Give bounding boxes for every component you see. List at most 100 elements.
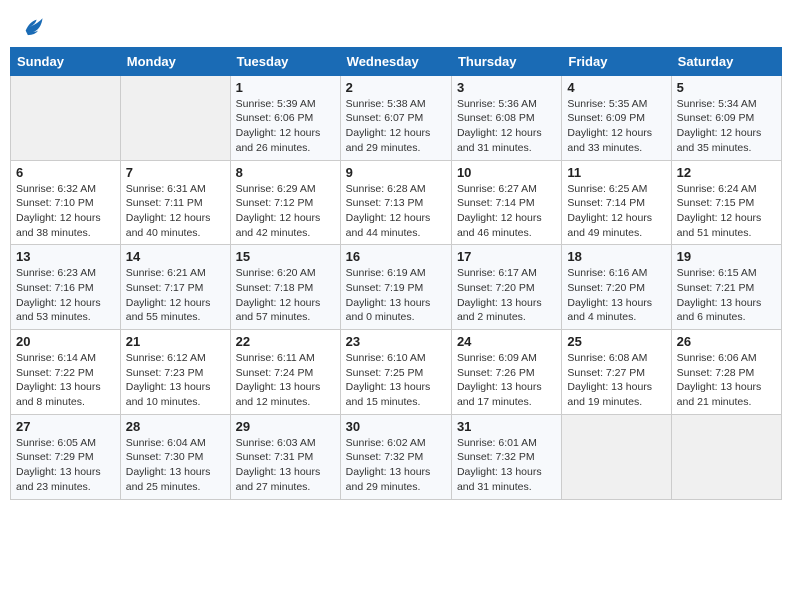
day-info: Sunrise: 6:11 AM Sunset: 7:24 PM Dayligh…: [236, 351, 335, 410]
day-info: Sunrise: 6:28 AM Sunset: 7:13 PM Dayligh…: [346, 182, 446, 241]
day-info: Sunrise: 6:21 AM Sunset: 7:17 PM Dayligh…: [126, 266, 225, 325]
day-number: 5: [677, 80, 776, 95]
day-number: 16: [346, 249, 446, 264]
day-info: Sunrise: 6:15 AM Sunset: 7:21 PM Dayligh…: [677, 266, 776, 325]
day-number: 2: [346, 80, 446, 95]
day-number: 31: [457, 419, 556, 434]
day-number: 25: [567, 334, 665, 349]
day-info: Sunrise: 6:24 AM Sunset: 7:15 PM Dayligh…: [677, 182, 776, 241]
calendar-cell: 13 Sunrise: 6:23 AM Sunset: 7:16 PM Dayli…: [11, 245, 121, 330]
calendar-week-5: 27 Sunrise: 6:05 AM Sunset: 7:29 PM Dayli…: [11, 414, 782, 499]
day-number: 11: [567, 165, 665, 180]
calendar-cell: 10 Sunrise: 6:27 AM Sunset: 7:14 PM Dayli…: [451, 160, 561, 245]
day-info: Sunrise: 6:32 AM Sunset: 7:10 PM Dayligh…: [16, 182, 115, 241]
calendar-cell: 31 Sunrise: 6:01 AM Sunset: 7:32 PM Dayli…: [451, 414, 561, 499]
calendar-cell: 20 Sunrise: 6:14 AM Sunset: 7:22 PM Dayli…: [11, 330, 121, 415]
logo: [20, 16, 44, 43]
day-info: Sunrise: 6:06 AM Sunset: 7:28 PM Dayligh…: [677, 351, 776, 410]
calendar-cell: 2 Sunrise: 5:38 AM Sunset: 6:07 PM Daylig…: [340, 75, 451, 160]
calendar-cell: 26Sunrise: 6:06 AM Sunset: 7:28 PM Dayli…: [671, 330, 781, 415]
calendar-cell: 27 Sunrise: 6:05 AM Sunset: 7:29 PM Dayli…: [11, 414, 121, 499]
calendar-cell: 17 Sunrise: 6:17 AM Sunset: 7:20 PM Dayli…: [451, 245, 561, 330]
calendar-week-3: 13 Sunrise: 6:23 AM Sunset: 7:16 PM Dayli…: [11, 245, 782, 330]
day-number: 29: [236, 419, 335, 434]
calendar-cell: 22Sunrise: 6:11 AM Sunset: 7:24 PM Dayli…: [230, 330, 340, 415]
calendar-cell: 28 Sunrise: 6:04 AM Sunset: 7:30 PM Dayli…: [120, 414, 230, 499]
column-header-friday: Friday: [562, 47, 671, 75]
calendar-cell: [11, 75, 121, 160]
day-info: Sunrise: 5:39 AM Sunset: 6:06 PM Dayligh…: [236, 97, 335, 156]
calendar-cell: 6Sunrise: 6:32 AM Sunset: 7:10 PM Daylig…: [11, 160, 121, 245]
calendar-cell: [120, 75, 230, 160]
day-number: 3: [457, 80, 556, 95]
calendar: SundayMondayTuesdayWednesdayThursdayFrid…: [10, 47, 782, 500]
column-header-sunday: Sunday: [11, 47, 121, 75]
day-number: 15: [236, 249, 335, 264]
day-number: 14: [126, 249, 225, 264]
day-number: 1: [236, 80, 335, 95]
day-info: Sunrise: 6:23 AM Sunset: 7:16 PM Dayligh…: [16, 266, 115, 325]
calendar-cell: 11 Sunrise: 6:25 AM Sunset: 7:14 PM Dayli…: [562, 160, 671, 245]
day-number: 24: [457, 334, 556, 349]
calendar-header-row: SundayMondayTuesdayWednesdayThursdayFrid…: [11, 47, 782, 75]
day-number: 10: [457, 165, 556, 180]
calendar-cell: 5 Sunrise: 5:34 AM Sunset: 6:09 PM Daylig…: [671, 75, 781, 160]
calendar-cell: 15 Sunrise: 6:20 AM Sunset: 7:18 PM Dayli…: [230, 245, 340, 330]
column-header-saturday: Saturday: [671, 47, 781, 75]
day-info: Sunrise: 6:04 AM Sunset: 7:30 PM Dayligh…: [126, 436, 225, 495]
day-info: Sunrise: 6:10 AM Sunset: 7:25 PM Dayligh…: [346, 351, 446, 410]
calendar-cell: 9Sunrise: 6:28 AM Sunset: 7:13 PM Daylig…: [340, 160, 451, 245]
day-number: 7: [126, 165, 225, 180]
day-info: Sunrise: 6:08 AM Sunset: 7:27 PM Dayligh…: [567, 351, 665, 410]
calendar-cell: [671, 414, 781, 499]
column-header-monday: Monday: [120, 47, 230, 75]
calendar-cell: 18Sunrise: 6:16 AM Sunset: 7:20 PM Dayli…: [562, 245, 671, 330]
day-number: 20: [16, 334, 115, 349]
day-number: 30: [346, 419, 446, 434]
day-number: 13: [16, 249, 115, 264]
day-number: 21: [126, 334, 225, 349]
day-number: 12: [677, 165, 776, 180]
day-info: Sunrise: 5:36 AM Sunset: 6:08 PM Dayligh…: [457, 97, 556, 156]
calendar-cell: 12 Sunrise: 6:24 AM Sunset: 7:15 PM Dayli…: [671, 160, 781, 245]
calendar-cell: 1 Sunrise: 5:39 AM Sunset: 6:06 PM Daylig…: [230, 75, 340, 160]
column-header-thursday: Thursday: [451, 47, 561, 75]
header: [10, 10, 782, 43]
day-info: Sunrise: 6:14 AM Sunset: 7:22 PM Dayligh…: [16, 351, 115, 410]
logo-bird-icon: [22, 16, 44, 38]
calendar-cell: 30 Sunrise: 6:02 AM Sunset: 7:32 PM Dayli…: [340, 414, 451, 499]
day-info: Sunrise: 6:09 AM Sunset: 7:26 PM Dayligh…: [457, 351, 556, 410]
day-info: Sunrise: 6:17 AM Sunset: 7:20 PM Dayligh…: [457, 266, 556, 325]
day-info: Sunrise: 6:19 AM Sunset: 7:19 PM Dayligh…: [346, 266, 446, 325]
calendar-week-1: 1 Sunrise: 5:39 AM Sunset: 6:06 PM Daylig…: [11, 75, 782, 160]
day-info: Sunrise: 6:05 AM Sunset: 7:29 PM Dayligh…: [16, 436, 115, 495]
day-number: 17: [457, 249, 556, 264]
day-info: Sunrise: 6:12 AM Sunset: 7:23 PM Dayligh…: [126, 351, 225, 410]
day-info: Sunrise: 6:31 AM Sunset: 7:11 PM Dayligh…: [126, 182, 225, 241]
day-info: Sunrise: 6:02 AM Sunset: 7:32 PM Dayligh…: [346, 436, 446, 495]
title-area: [44, 16, 772, 18]
day-info: Sunrise: 6:27 AM Sunset: 7:14 PM Dayligh…: [457, 182, 556, 241]
day-info: Sunrise: 6:20 AM Sunset: 7:18 PM Dayligh…: [236, 266, 335, 325]
day-info: Sunrise: 6:03 AM Sunset: 7:31 PM Dayligh…: [236, 436, 335, 495]
day-info: Sunrise: 5:34 AM Sunset: 6:09 PM Dayligh…: [677, 97, 776, 156]
calendar-cell: 23 Sunrise: 6:10 AM Sunset: 7:25 PM Dayli…: [340, 330, 451, 415]
day-info: Sunrise: 6:01 AM Sunset: 7:32 PM Dayligh…: [457, 436, 556, 495]
calendar-cell: 7 Sunrise: 6:31 AM Sunset: 7:11 PM Daylig…: [120, 160, 230, 245]
day-number: 28: [126, 419, 225, 434]
calendar-cell: 3 Sunrise: 5:36 AM Sunset: 6:08 PM Daylig…: [451, 75, 561, 160]
calendar-cell: [562, 414, 671, 499]
day-info: Sunrise: 5:35 AM Sunset: 6:09 PM Dayligh…: [567, 97, 665, 156]
day-number: 27: [16, 419, 115, 434]
calendar-cell: 16 Sunrise: 6:19 AM Sunset: 7:19 PM Dayli…: [340, 245, 451, 330]
day-number: 23: [346, 334, 446, 349]
day-number: 19: [677, 249, 776, 264]
day-info: Sunrise: 6:25 AM Sunset: 7:14 PM Dayligh…: [567, 182, 665, 241]
column-header-wednesday: Wednesday: [340, 47, 451, 75]
calendar-cell: 29 Sunrise: 6:03 AM Sunset: 7:31 PM Dayli…: [230, 414, 340, 499]
day-number: 18: [567, 249, 665, 264]
day-info: Sunrise: 6:29 AM Sunset: 7:12 PM Dayligh…: [236, 182, 335, 241]
calendar-cell: 21 Sunrise: 6:12 AM Sunset: 7:23 PM Dayli…: [120, 330, 230, 415]
day-info: Sunrise: 5:38 AM Sunset: 6:07 PM Dayligh…: [346, 97, 446, 156]
day-number: 8: [236, 165, 335, 180]
